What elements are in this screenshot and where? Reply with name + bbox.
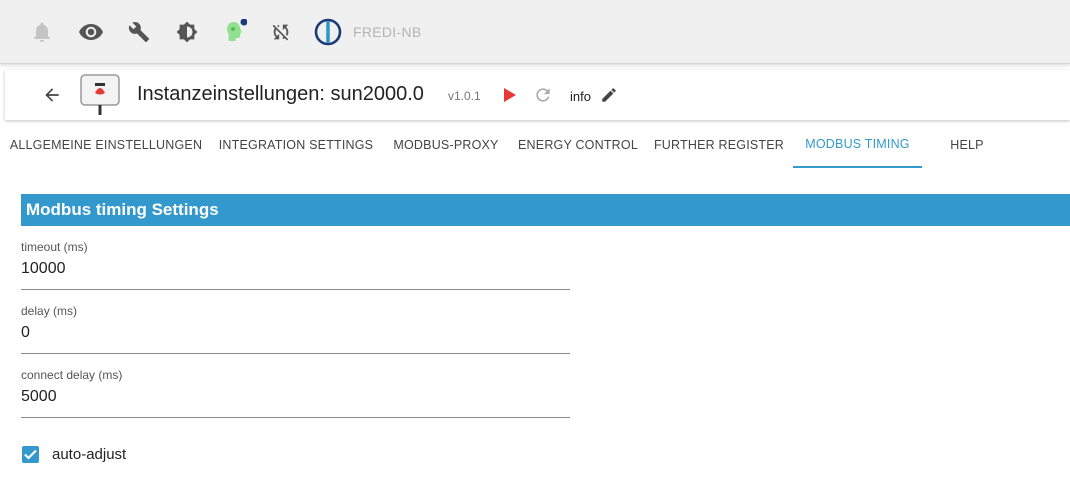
top-bar: FREDI-NB — [0, 0, 1070, 64]
wrench-icon[interactable] — [125, 18, 153, 46]
timeout-field: timeout (ms) — [21, 240, 570, 290]
back-button[interactable] — [39, 82, 65, 108]
brightness-icon[interactable] — [173, 18, 201, 46]
refresh-icon — [536, 88, 550, 102]
start-instance-button[interactable] — [501, 85, 519, 105]
admin-head-icon[interactable] — [221, 18, 249, 46]
connect-delay-field: connect delay (ms) — [21, 368, 570, 418]
connect-delay-label: connect delay (ms) — [21, 368, 123, 382]
connect-delay-input[interactable] — [21, 385, 570, 409]
delay-label: delay (ms) — [21, 304, 78, 318]
delay-field: delay (ms) — [21, 304, 570, 354]
sync-disabled-icon[interactable] — [267, 18, 295, 46]
play-icon — [504, 88, 516, 102]
tab-energy-control[interactable]: ENERGY CONTROL — [510, 122, 646, 168]
tab-modbus-timing[interactable]: MODBUS TIMING — [793, 122, 922, 168]
auto-adjust-checkbox[interactable] — [22, 446, 39, 463]
arrow-left-icon — [45, 88, 59, 102]
settings-tabs: ALLGEMEINE EINSTELLUNGEN INTEGRATION SET… — [0, 122, 1070, 168]
tab-further-register[interactable]: FURTHER REGISTER — [646, 122, 792, 168]
edit-log-level-button[interactable] — [599, 85, 619, 105]
tab-modbus-proxy[interactable]: MODBUS-PROXY — [382, 122, 510, 168]
tab-help[interactable]: HELP — [922, 122, 1012, 168]
bell-icon[interactable] — [28, 18, 56, 46]
auto-adjust-label: auto-adjust — [52, 446, 127, 463]
pencil-icon — [602, 88, 616, 102]
tab-allgemeine-einstellungen[interactable]: ALLGEMEINE EINSTELLUNGEN — [2, 122, 210, 168]
delay-input[interactable] — [21, 321, 570, 345]
host-label: FREDI-NB — [353, 24, 422, 40]
checkmark-icon — [24, 449, 37, 460]
instance-header: Instanzeinstellungen: sun2000.0 v1.0.1 i… — [5, 70, 1070, 120]
log-level-label: info — [570, 89, 591, 104]
tab-integration-settings[interactable]: INTEGRATION SETTINGS — [210, 122, 382, 168]
restart-instance-button[interactable] — [532, 84, 554, 106]
timeout-input[interactable] — [21, 257, 570, 281]
adapter-logo-icon — [80, 74, 120, 116]
eye-icon[interactable] — [77, 18, 105, 46]
page-title: Instanzeinstellungen: sun2000.0 — [137, 83, 424, 105]
version-label: v1.0.1 — [448, 89, 481, 103]
iobroker-logo-icon[interactable] — [314, 18, 342, 46]
timeout-label: timeout (ms) — [21, 240, 88, 254]
section-title: Modbus timing Settings — [21, 194, 1070, 226]
